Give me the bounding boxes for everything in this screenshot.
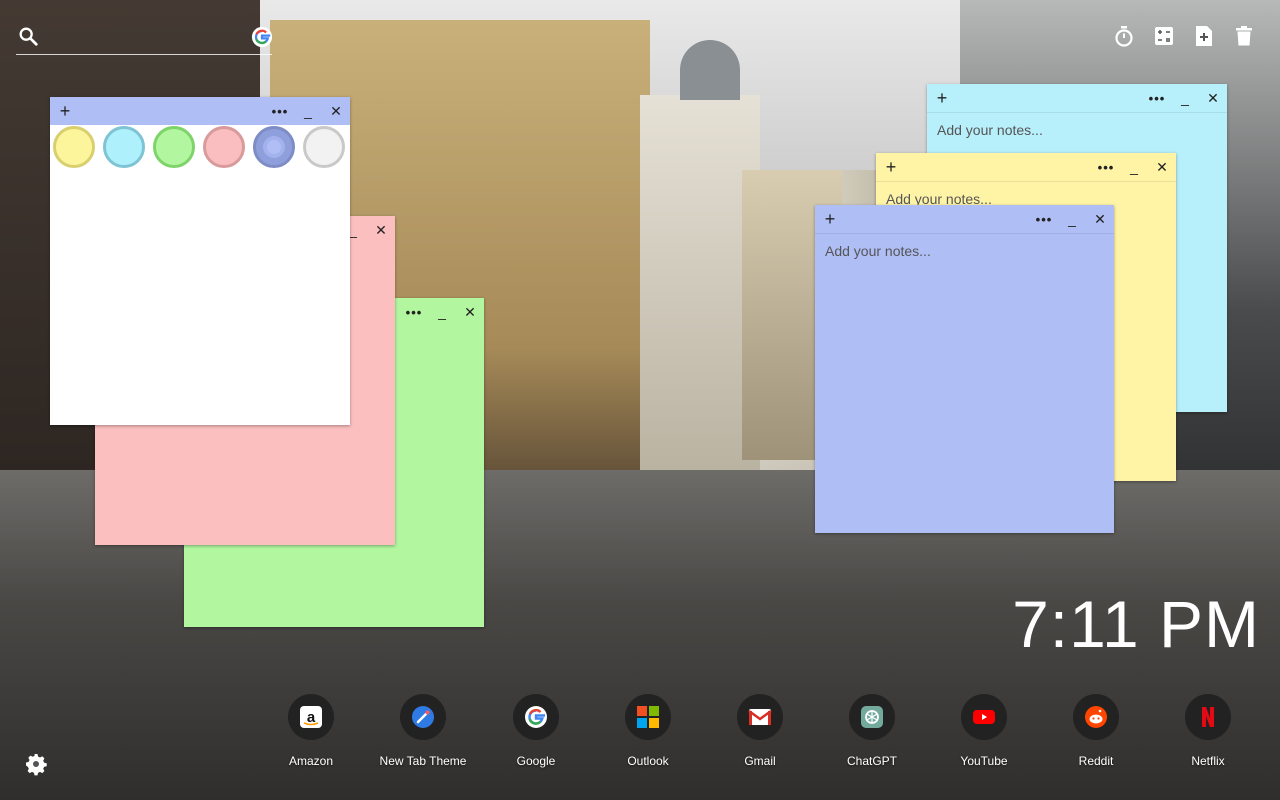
note-header: + ••• _ ✕ [50, 97, 350, 125]
dock-label: Reddit [1078, 754, 1114, 768]
dock-item-reddit[interactable]: Reddit [1046, 694, 1146, 768]
netflix-icon [1185, 694, 1231, 740]
chatgpt-icon [849, 694, 895, 740]
dock-label: New Tab Theme [379, 754, 467, 768]
note-menu-button[interactable]: ••• [266, 104, 294, 119]
google-icon[interactable] [250, 25, 274, 49]
minimize-button[interactable]: _ [1120, 159, 1148, 175]
note-menu-button[interactable]: ••• [400, 305, 428, 320]
search-icon[interactable] [16, 24, 40, 48]
calculator-icon[interactable] [1152, 24, 1176, 48]
dock-item-gmail[interactable]: Gmail [710, 694, 810, 768]
dock-label: Amazon [288, 754, 334, 768]
reddit-icon [1073, 694, 1119, 740]
dock-item-new-tab-theme[interactable]: New Tab Theme [373, 694, 473, 768]
note-text-area[interactable]: Add your notes... [825, 243, 931, 259]
note-header: + ••• _ ✕ [876, 153, 1176, 182]
minimize-button[interactable]: _ [1171, 90, 1199, 106]
close-button[interactable]: ✕ [322, 103, 350, 120]
dock-label: Netflix [1191, 754, 1225, 768]
note-header: + ••• _ ✕ [815, 205, 1114, 234]
youtube-icon [961, 694, 1007, 740]
add-note-icon[interactable] [1192, 24, 1216, 48]
dock-item-google[interactable]: Google [486, 694, 586, 768]
gmail-icon [737, 694, 783, 740]
color-swatch-white[interactable] [303, 126, 345, 168]
close-button[interactable]: ✕ [1086, 211, 1114, 228]
add-note-button[interactable]: + [935, 89, 949, 107]
dock-label: YouTube [960, 754, 1008, 768]
search-input[interactable] [16, 54, 272, 55]
dock-label: Gmail [744, 754, 776, 768]
minimize-button[interactable]: _ [294, 103, 322, 119]
color-swatch-green[interactable] [153, 126, 195, 168]
add-note-button[interactable]: + [884, 158, 898, 176]
dock-item-netflix[interactable]: Netflix [1158, 694, 1258, 768]
color-swatch-periwinkle[interactable] [253, 126, 295, 168]
note-menu-button[interactable]: ••• [1092, 160, 1120, 175]
note-header: + ••• _ ✕ [927, 84, 1227, 113]
add-note-button[interactable]: + [823, 210, 837, 228]
close-button[interactable]: ✕ [456, 304, 484, 321]
note-menu-button[interactable]: ••• [1143, 91, 1171, 106]
dock-label: Outlook [627, 754, 669, 768]
color-swatch-yellow[interactable] [53, 126, 95, 168]
close-button[interactable]: ✕ [367, 222, 395, 239]
color-swatch-pink[interactable] [203, 126, 245, 168]
timer-icon[interactable] [1112, 24, 1136, 48]
dock-item-youtube[interactable]: YouTube [934, 694, 1034, 768]
trash-icon[interactable] [1232, 24, 1256, 48]
outlook-icon [625, 694, 671, 740]
note-text-area[interactable]: Add your notes... [937, 122, 1043, 138]
sticky-note[interactable]: + ••• _ ✕ [50, 97, 350, 425]
close-button[interactable]: ✕ [1199, 90, 1227, 107]
close-button[interactable]: ✕ [1148, 159, 1176, 176]
dock-item-outlook[interactable]: Outlook [598, 694, 698, 768]
selected-indicator [267, 140, 281, 154]
note-menu-button[interactable]: ••• [1030, 212, 1058, 227]
minimize-button[interactable]: _ [1058, 211, 1086, 227]
amazon-icon: a [288, 694, 334, 740]
color-swatch-cyan[interactable] [103, 126, 145, 168]
minimize-button[interactable]: _ [428, 304, 456, 320]
dock-item-chatgpt[interactable]: ChatGPT [822, 694, 922, 768]
dock-label: Google [516, 754, 556, 768]
add-note-button[interactable]: + [58, 102, 72, 120]
google-icon [513, 694, 559, 740]
dock-item-amazon[interactable]: a Amazon [261, 694, 361, 768]
dock-label: ChatGPT [846, 754, 897, 768]
sticky-note[interactable]: + ••• _ ✕ Add your notes... [815, 205, 1114, 533]
new-tab-theme-icon [400, 694, 446, 740]
gear-icon[interactable] [24, 752, 48, 776]
clock: 7:11 PM [1012, 587, 1260, 661]
background-dome [680, 40, 740, 100]
